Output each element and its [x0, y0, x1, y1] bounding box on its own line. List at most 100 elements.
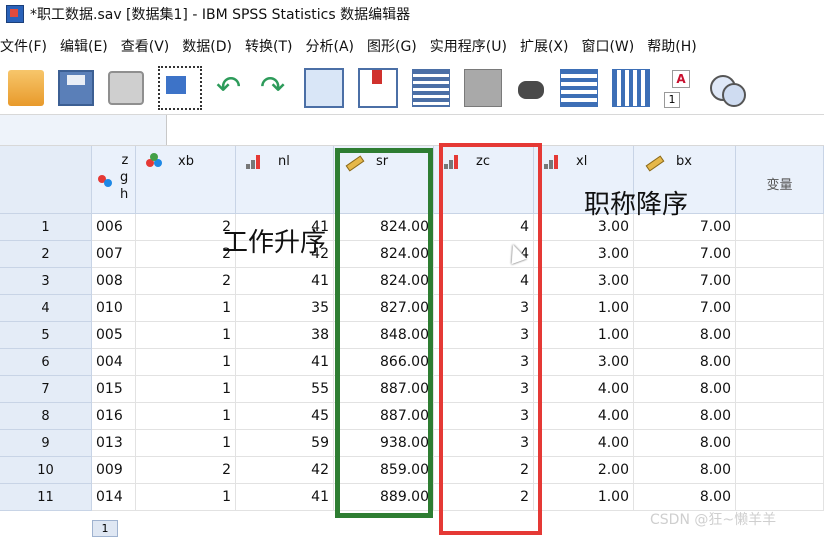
cell-zgh[interactable]: 009 [92, 457, 136, 484]
menu-transform[interactable]: 转换(T) [245, 36, 305, 56]
cell-zgh[interactable]: 008 [92, 268, 136, 295]
cell-xb[interactable]: 2 [136, 268, 236, 295]
menu-graphs[interactable]: 图形(G) [367, 36, 430, 56]
recall-dialog-icon[interactable] [158, 66, 202, 110]
col-header-xb[interactable]: xb [136, 146, 236, 214]
row-header[interactable]: 11 [0, 484, 92, 511]
cell-bx[interactable]: 8.00 [634, 484, 736, 511]
cell-zgh[interactable]: 015 [92, 376, 136, 403]
col-header-zgh[interactable]: z g h [92, 146, 136, 214]
menu-view[interactable]: 查看(V) [121, 36, 183, 56]
cell-empty-var[interactable] [736, 322, 824, 349]
print-icon[interactable] [108, 71, 144, 105]
cell-nl[interactable]: 55 [236, 376, 334, 403]
menu-edit[interactable]: 编辑(E) [60, 36, 121, 56]
cell-xl[interactable]: 1.00 [534, 484, 634, 511]
menu-analyze[interactable]: 分析(A) [305, 36, 367, 56]
goto-case-icon[interactable] [304, 68, 344, 108]
cell-nl[interactable]: 41 [236, 349, 334, 376]
cell-zgh[interactable]: 004 [92, 349, 136, 376]
cell-empty-var[interactable] [736, 403, 824, 430]
menu-window[interactable]: 窗口(W) [581, 36, 647, 56]
cell-bx[interactable]: 7.00 [634, 241, 736, 268]
menu-data[interactable]: 数据(D) [182, 36, 245, 56]
col-header-nl[interactable]: nl [236, 146, 334, 214]
cell-nl[interactable]: 41 [236, 268, 334, 295]
menu-utilities[interactable]: 实用程序(U) [430, 36, 520, 56]
cell-bx[interactable]: 8.00 [634, 322, 736, 349]
cell-zgh[interactable]: 007 [92, 241, 136, 268]
col-header-empty-var[interactable]: 变量 [736, 146, 824, 214]
cell-xb[interactable]: 1 [136, 430, 236, 457]
cell-bx[interactable]: 8.00 [634, 457, 736, 484]
cell-empty-var[interactable] [736, 457, 824, 484]
cell-zgh[interactable]: 013 [92, 430, 136, 457]
row-header[interactable]: 5 [0, 322, 92, 349]
cell-bx[interactable]: 8.00 [634, 430, 736, 457]
goto-variable-icon[interactable] [358, 68, 398, 108]
cell-empty-var[interactable] [736, 484, 824, 511]
insert-variable-icon[interactable] [612, 69, 650, 107]
cell-bx[interactable]: 7.00 [634, 295, 736, 322]
cell-xb[interactable]: 2 [136, 457, 236, 484]
insert-cases-icon[interactable] [560, 69, 598, 107]
use-sets-icon[interactable] [710, 71, 746, 107]
cell-xl[interactable]: 3.00 [534, 241, 634, 268]
redo-icon[interactable] [260, 70, 290, 105]
menu-file[interactable]: 文件(F) [0, 36, 60, 56]
cell-xl[interactable]: 3.00 [534, 349, 634, 376]
cell-xb[interactable]: 1 [136, 403, 236, 430]
cell-empty-var[interactable] [736, 241, 824, 268]
save-icon[interactable] [58, 70, 94, 106]
row-header[interactable]: 7 [0, 376, 92, 403]
cell-empty-var[interactable] [736, 430, 824, 457]
cell-xb[interactable]: 1 [136, 376, 236, 403]
cell-nl[interactable]: 45 [236, 403, 334, 430]
cell-xb[interactable]: 1 [136, 295, 236, 322]
cell-xl[interactable]: 4.00 [534, 403, 634, 430]
cell-value-input[interactable] [170, 115, 820, 145]
cell-bx[interactable]: 8.00 [634, 376, 736, 403]
cell-empty-var[interactable] [736, 376, 824, 403]
cell-xl[interactable]: 4.00 [534, 376, 634, 403]
variables-icon[interactable] [412, 69, 450, 107]
cell-empty-var[interactable] [736, 349, 824, 376]
cell-zgh[interactable]: 010 [92, 295, 136, 322]
cell-reference-box[interactable] [0, 115, 167, 145]
cell-xl[interactable]: 1.00 [534, 295, 634, 322]
row-header[interactable]: 2 [0, 241, 92, 268]
row-header[interactable]: 8 [0, 403, 92, 430]
row-header[interactable]: 3 [0, 268, 92, 295]
cell-xb[interactable]: 2 [136, 241, 236, 268]
cell-nl[interactable]: 41 [236, 484, 334, 511]
cell-nl[interactable]: 59 [236, 430, 334, 457]
cell-empty-var[interactable] [736, 214, 824, 241]
find-icon[interactable] [516, 73, 546, 103]
cell-nl[interactable]: 42 [236, 457, 334, 484]
menu-help[interactable]: 帮助(H) [647, 36, 709, 56]
row-header[interactable]: 10 [0, 457, 92, 484]
cell-xb[interactable]: 1 [136, 484, 236, 511]
cell-zgh[interactable]: 005 [92, 322, 136, 349]
cell-xb[interactable]: 1 [136, 322, 236, 349]
cell-xl[interactable]: 2.00 [534, 457, 634, 484]
cell-zgh[interactable]: 014 [92, 484, 136, 511]
cell-bx[interactable]: 8.00 [634, 403, 736, 430]
row-header[interactable]: 4 [0, 295, 92, 322]
row-header[interactable]: 1 [0, 214, 92, 241]
cell-xb[interactable]: 2 [136, 214, 236, 241]
cell-xl[interactable]: 3.00 [534, 268, 634, 295]
cell-bx[interactable]: 8.00 [634, 349, 736, 376]
cell-zgh[interactable]: 016 [92, 403, 136, 430]
cell-nl[interactable]: 35 [236, 295, 334, 322]
row-header[interactable]: 6 [0, 349, 92, 376]
cell-empty-var[interactable] [736, 268, 824, 295]
cell-empty-var[interactable] [736, 295, 824, 322]
sheet-tab[interactable]: 1 [92, 520, 118, 537]
menu-extensions[interactable]: 扩展(X) [520, 36, 582, 56]
value-labels-icon[interactable]: A 1 [664, 70, 696, 108]
chart-icon[interactable] [464, 69, 502, 107]
cell-nl[interactable]: 38 [236, 322, 334, 349]
cell-xb[interactable]: 1 [136, 349, 236, 376]
cell-xl[interactable]: 1.00 [534, 322, 634, 349]
